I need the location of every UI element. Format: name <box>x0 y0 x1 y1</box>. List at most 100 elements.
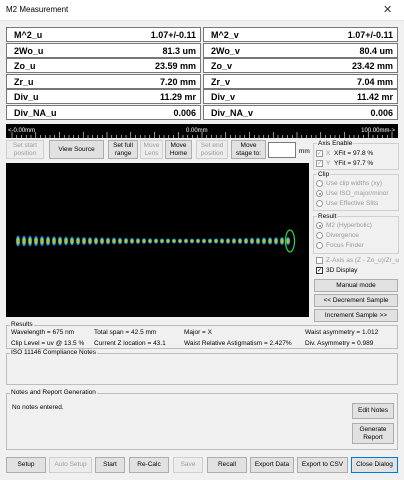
beam-spot <box>39 235 45 247</box>
edit-notes-button[interactable]: Edit Notes <box>352 403 394 419</box>
z-axis-normalized-checkbox[interactable]: Z-Axis as (Z - Zo_u)/Zr_u <box>316 257 399 264</box>
close-icon[interactable]: ✕ <box>383 3 392 16</box>
beam-spot <box>123 237 129 245</box>
option-label: Use Effective Slits <box>326 200 379 207</box>
iso-notes-title: ISO 11146 Compliance Notes <box>10 349 98 356</box>
measurement-label: Zo_u <box>14 61 36 72</box>
check-icon: ✓ <box>316 150 323 157</box>
measurement-value: 1.07+/-0.11 <box>347 30 393 40</box>
measurement-row-m-2-v: M^2_v 1.07+/-0.11 <box>203 27 398 42</box>
option-label: Use clip widths (xy) <box>326 180 382 187</box>
beam-spot <box>237 237 243 245</box>
measurement-row-m-2-u: M^2_u 1.07+/-0.11 <box>6 27 201 42</box>
decrement-sample-button[interactable]: << Decrement Sample <box>314 294 398 307</box>
scale-ticks <box>11 132 393 138</box>
radio-icon <box>316 232 323 239</box>
manual-mode-button[interactable]: Manual mode <box>314 279 398 292</box>
close-dialog-button[interactable]: Close Dialog <box>351 457 398 473</box>
result-option-1[interactable]: Divergence <box>316 232 359 239</box>
recall-button[interactable]: Recall <box>207 457 247 473</box>
major-axis-value: Major = X <box>184 329 212 336</box>
y-fit-value: YFit = 97.7 % <box>334 160 374 167</box>
x-axis-checkbox[interactable]: ✓ X <box>316 150 330 157</box>
measurement-value: 0.006 <box>370 108 393 118</box>
auto-setup-button[interactable]: Auto Setup <box>49 457 92 473</box>
view-source-button[interactable]: View Source <box>49 140 104 159</box>
stage-position-input[interactable] <box>268 142 296 158</box>
option-label: M2 (Hyperbolic) <box>326 222 372 229</box>
beam-spot <box>153 238 159 244</box>
current-z-location-value: Current Z location = 43.1 <box>94 340 166 347</box>
beam-spot <box>177 238 183 244</box>
measurement-label: 2Wo_v <box>211 45 240 56</box>
beam-spot <box>27 235 33 247</box>
beam-spot <box>99 237 105 245</box>
result-option-2[interactable]: Focus Finder <box>316 242 364 249</box>
measurement-label: M^2_v <box>211 30 239 40</box>
radio-icon <box>316 242 323 249</box>
clip-option-2[interactable]: Use Effective Slits <box>316 200 378 207</box>
measurement-row-zo-u: Zo_u 23.59 mm <box>6 58 201 74</box>
beam-spot <box>261 237 267 245</box>
move-stage-button[interactable]: Move stage to: <box>231 140 266 159</box>
3d-display-label: 3D Display <box>326 267 358 274</box>
set-full-range-button[interactable]: Set full range <box>108 140 138 159</box>
beam-spot <box>165 238 171 244</box>
z-axis-label: Z-Axis as (Z - Zo_u)/Zr_u <box>326 257 399 264</box>
measurement-label: Zr_u <box>14 76 34 87</box>
start-button[interactable]: Start <box>95 457 125 473</box>
stage-unit-label: mm <box>299 148 310 155</box>
beam-spot <box>219 238 225 244</box>
clip-level-value: Clip Level = uv @ 13.5 % <box>11 340 85 347</box>
measurement-label: Div_u <box>14 92 39 103</box>
increment-sample-button[interactable]: Increment Sample >> <box>314 309 398 322</box>
axis-enable-title: Axis Enable <box>318 140 353 147</box>
measurement-label: Zo_v <box>211 61 233 72</box>
clip-option-0[interactable]: Use clip widths (xy) <box>316 180 382 187</box>
waist-astigmatism-value: Waist Relative Astigmatism = 2.427% <box>184 340 292 347</box>
beam-spot <box>213 238 219 244</box>
measurement-row-zr-u: Zr_u 7.20 mm <box>6 73 201 89</box>
beam-spot <box>87 236 93 246</box>
clip-option-1[interactable]: Use ISO_major/minor <box>316 190 389 197</box>
measurement-value: 81.3 um <box>162 45 196 56</box>
setup-button[interactable]: Setup <box>6 457 46 473</box>
measurement-value: 23.42 mm <box>351 61 393 72</box>
radio-icon <box>316 200 323 207</box>
measurement-value: 0.006 <box>173 108 196 118</box>
beam-spot <box>273 236 279 246</box>
move-lens-button[interactable]: Move Lens <box>140 140 163 159</box>
move-home-button[interactable]: Move Home <box>165 140 192 159</box>
result-option-0[interactable]: M2 (Hyperbolic) <box>316 222 372 229</box>
beam-spot <box>129 237 135 245</box>
iso-notes-box <box>6 353 398 385</box>
option-label: Divergence <box>326 232 359 239</box>
beam-spot <box>117 237 123 245</box>
measurement-label: 2Wo_u <box>14 45 44 56</box>
beam-spot <box>147 238 153 244</box>
beam-spot <box>45 235 51 247</box>
check-icon: ✓ <box>316 160 323 167</box>
generate-report-button[interactable]: Generate Report <box>352 423 394 444</box>
beam-spot <box>225 237 231 245</box>
beam-spot <box>207 238 213 244</box>
beam-spot <box>93 236 99 246</box>
beam-spot <box>135 237 141 245</box>
recalc-button[interactable]: Re-Calc <box>129 457 169 473</box>
beam-spot <box>51 235 57 247</box>
clip-title: Clip <box>318 171 330 178</box>
export-csv-button[interactable]: Export to CSV <box>297 457 348 473</box>
notes-report-title: Notes and Report Generation <box>10 389 97 396</box>
export-data-button[interactable]: Export Data <box>250 457 294 473</box>
set-start-position-button[interactable]: Set start position <box>6 140 44 159</box>
set-end-position-button[interactable]: Set end position <box>196 140 228 159</box>
save-button[interactable]: Save <box>173 457 203 473</box>
beam-spot <box>105 237 111 245</box>
beam-profile-display <box>6 163 309 317</box>
option-label: Use ISO_major/minor <box>326 190 389 197</box>
radio-icon <box>316 222 323 229</box>
3d-display-checkbox[interactable]: ✓ 3D Display <box>316 267 357 274</box>
y-axis-checkbox[interactable]: ✓ Y <box>316 160 330 167</box>
beam-spot <box>33 235 39 247</box>
beam-spot <box>57 236 63 246</box>
